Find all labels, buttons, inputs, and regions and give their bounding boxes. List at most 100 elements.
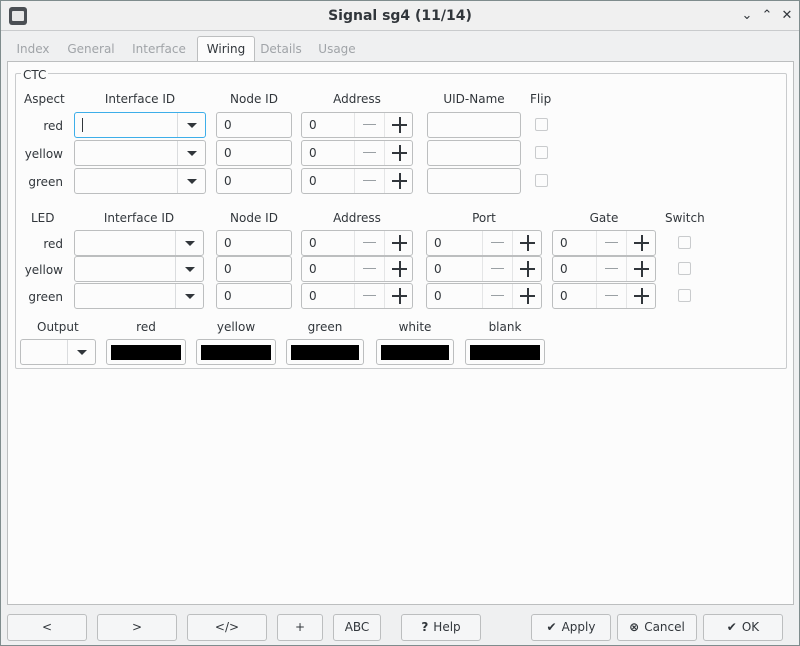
add-button[interactable]: + <box>277 614 323 641</box>
red-color-button[interactable] <box>106 339 186 365</box>
led-node-id-field[interactable]: 0 <box>216 230 292 256</box>
chevron-down-icon[interactable] <box>177 169 205 193</box>
xml-button[interactable]: </> <box>187 614 267 641</box>
color-swatch <box>201 345 271 360</box>
close-icon[interactable]: ✕ <box>779 8 795 24</box>
apply-button[interactable]: ✔ Apply <box>531 614 611 641</box>
uid-name-field[interactable] <box>427 140 521 166</box>
interface-id-combo[interactable] <box>74 112 206 138</box>
aspect-row-label: green <box>28 175 63 189</box>
cancel-button[interactable]: ⊗ Cancel <box>617 614 697 641</box>
text-cursor <box>82 118 83 132</box>
chevron-down-icon[interactable] <box>177 113 205 137</box>
interface-id-combo[interactable] <box>74 168 206 194</box>
plus-icon[interactable] <box>384 169 414 193</box>
tab-details[interactable]: Details <box>255 36 307 62</box>
tab-index[interactable]: Index <box>7 36 59 62</box>
port-value: 0 <box>434 262 442 276</box>
plus-icon[interactable] <box>384 257 414 281</box>
plus-icon[interactable] <box>384 231 414 255</box>
tab-wiring[interactable]: Wiring <box>197 36 255 62</box>
previous-button[interactable]: < <box>7 614 87 641</box>
minus-icon[interactable] <box>354 257 384 281</box>
led-interface-id-combo[interactable] <box>74 230 204 256</box>
port-value: 0 <box>434 289 442 303</box>
plus-icon[interactable] <box>384 141 414 165</box>
minus-icon[interactable] <box>596 257 626 281</box>
ok-button[interactable]: ✔ OK <box>703 614 783 641</box>
address-spinbox[interactable]: 0 <box>301 168 413 194</box>
flip-checkbox[interactable] <box>535 174 548 187</box>
help-button[interactable]: ? Help <box>401 614 481 641</box>
plus-icon[interactable] <box>512 231 542 255</box>
minus-icon[interactable] <box>482 231 512 255</box>
abc-button[interactable]: ABC <box>333 614 381 641</box>
green-color-button[interactable] <box>286 339 364 365</box>
led-address-spinbox[interactable]: 0 <box>301 256 413 282</box>
gate-spinbox[interactable]: 0 <box>552 256 656 282</box>
chevron-down-icon[interactable] <box>175 231 203 255</box>
output-combo[interactable] <box>20 339 96 365</box>
minus-icon[interactable] <box>596 284 626 308</box>
minus-icon[interactable] <box>354 169 384 193</box>
plus-icon[interactable] <box>626 231 656 255</box>
address-spinbox[interactable]: 0 <box>301 112 413 138</box>
white-color-button[interactable] <box>376 339 454 365</box>
blank-color-button[interactable] <box>465 339 545 365</box>
next-button[interactable]: > <box>97 614 177 641</box>
gate-spinbox[interactable]: 0 <box>552 230 656 256</box>
chevron-down-icon[interactable] <box>175 257 203 281</box>
minus-icon[interactable] <box>596 231 626 255</box>
led-interface-id-combo[interactable] <box>74 256 204 282</box>
yellow-color-button[interactable] <box>196 339 276 365</box>
check-icon: ✔ <box>726 620 737 634</box>
minus-icon[interactable] <box>482 284 512 308</box>
switch-checkbox[interactable] <box>678 236 691 249</box>
minus-icon[interactable] <box>482 257 512 281</box>
window-title: Signal sg4 (11/14) <box>328 8 472 24</box>
uid-name-field[interactable] <box>427 168 521 194</box>
led-node-id-field[interactable]: 0 <box>216 283 292 309</box>
node-id-field[interactable]: 0 <box>216 112 292 138</box>
output-green-label: green <box>307 320 343 334</box>
led-interface-id-combo[interactable] <box>74 283 204 309</box>
port-spinbox[interactable]: 0 <box>426 283 542 309</box>
flip-checkbox[interactable] <box>535 146 548 159</box>
minus-icon[interactable] <box>354 284 384 308</box>
uid-name-field[interactable] <box>427 112 521 138</box>
address-value: 0 <box>309 262 317 276</box>
tab-general[interactable]: General <box>60 36 122 62</box>
minus-icon[interactable] <box>354 231 384 255</box>
minus-icon[interactable] <box>354 141 384 165</box>
minus-icon[interactable] <box>354 113 384 137</box>
node-id-field[interactable]: 0 <box>216 140 292 166</box>
plus-icon[interactable] <box>512 284 542 308</box>
gate-spinbox[interactable]: 0 <box>552 283 656 309</box>
chevron-down-icon[interactable] <box>175 284 203 308</box>
plus-icon[interactable] <box>512 257 542 281</box>
minimize-icon[interactable]: ⌄ <box>739 8 755 24</box>
switch-checkbox[interactable] <box>678 289 691 302</box>
address-spinbox[interactable]: 0 <box>301 140 413 166</box>
chevron-down-icon[interactable] <box>177 141 205 165</box>
output-blank-label: blank <box>488 320 522 334</box>
interface-id-combo[interactable] <box>74 140 206 166</box>
plus-icon[interactable] <box>626 284 656 308</box>
port-spinbox[interactable]: 0 <box>426 256 542 282</box>
led-node-id-field[interactable]: 0 <box>216 256 292 282</box>
flip-checkbox[interactable] <box>535 118 548 131</box>
tab-interface[interactable]: Interface <box>123 36 195 62</box>
port-spinbox[interactable]: 0 <box>426 230 542 256</box>
ctc-group: CTC Aspect Interface ID Node ID Address … <box>15 68 787 369</box>
output-yellow-label: yellow <box>216 320 256 334</box>
tab-usage[interactable]: Usage <box>309 36 365 62</box>
plus-icon[interactable] <box>384 284 414 308</box>
plus-icon[interactable] <box>626 257 656 281</box>
switch-checkbox[interactable] <box>678 262 691 275</box>
node-id-field[interactable]: 0 <box>216 168 292 194</box>
plus-icon[interactable] <box>384 113 414 137</box>
chevron-down-icon[interactable] <box>67 340 95 364</box>
led-address-spinbox[interactable]: 0 <box>301 230 413 256</box>
led-address-spinbox[interactable]: 0 <box>301 283 413 309</box>
maximize-icon[interactable]: ⌃ <box>759 8 775 24</box>
